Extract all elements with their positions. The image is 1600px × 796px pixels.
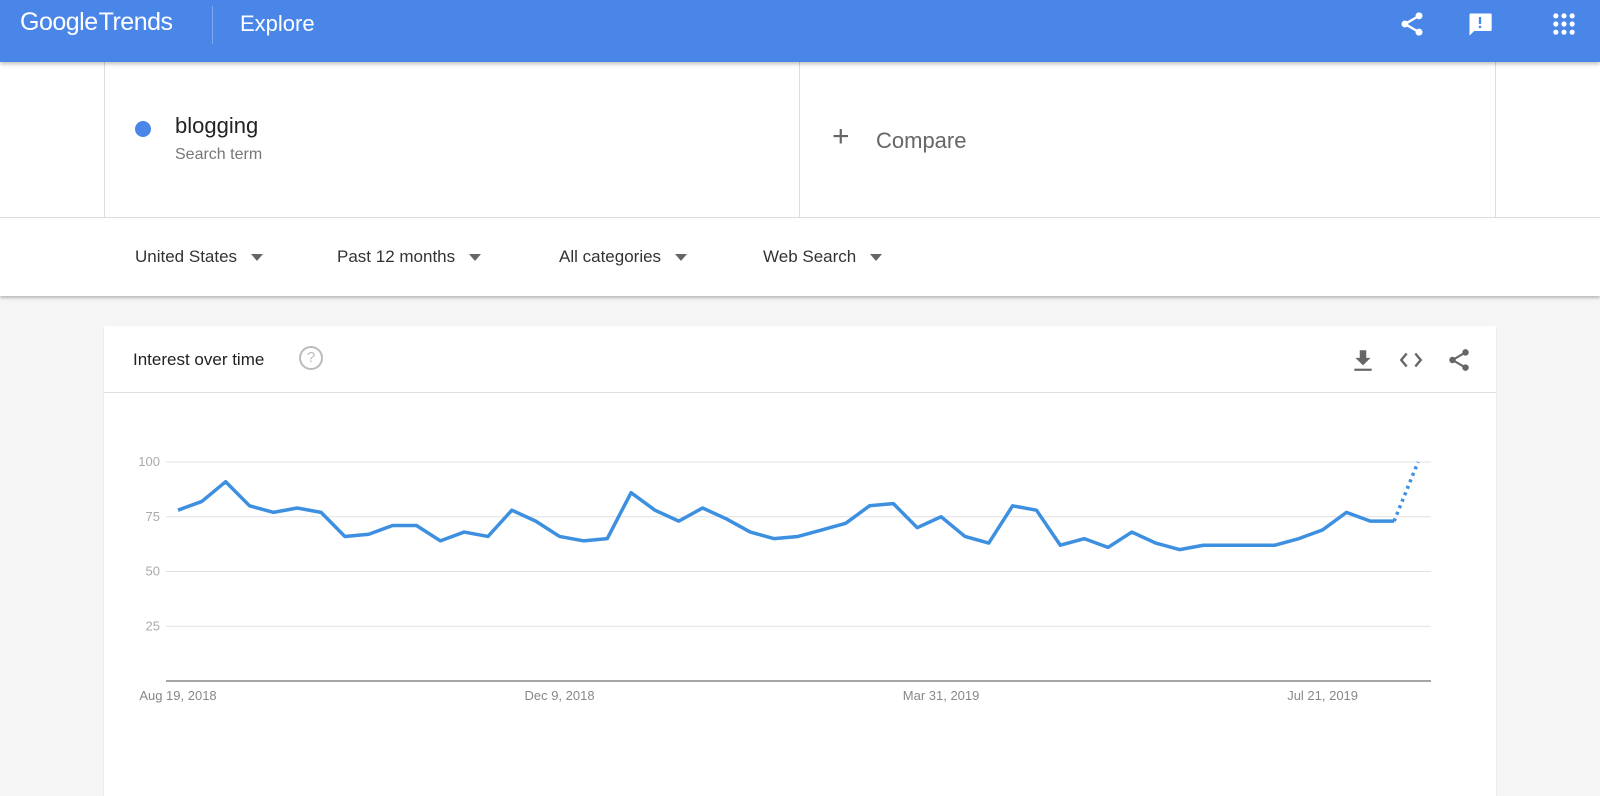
top-app-bar: GoogleTrends Explore [0, 0, 1600, 62]
data-point[interactable] [649, 504, 661, 516]
data-point[interactable] [911, 522, 923, 534]
data-point[interactable] [840, 517, 852, 529]
header-divider [212, 6, 213, 44]
data-point[interactable] [1197, 539, 1209, 551]
category-dropdown[interactable]: All categories [559, 247, 688, 267]
data-point[interactable] [1007, 500, 1019, 512]
caret-down-icon [675, 253, 688, 261]
caret-down-icon [469, 253, 482, 261]
interest-line-chart: 25 50 75 100 Aug 19, 2018 Dec 9, 2018 Mar 31,… [138, 454, 1431, 703]
data-point[interactable] [410, 520, 422, 532]
data-point[interactable] [720, 513, 732, 525]
y-tick-label: 75 [146, 509, 160, 524]
term-color-dot [135, 121, 151, 137]
data-point[interactable] [315, 506, 327, 518]
data-point[interactable] [1412, 456, 1424, 468]
data-point[interactable] [959, 530, 971, 542]
y-tick-label: 100 [138, 454, 160, 469]
data-point[interactable] [887, 498, 899, 510]
data-point[interactable] [434, 535, 446, 547]
x-tick-label: Dec 9, 2018 [524, 688, 594, 703]
data-point[interactable] [697, 502, 709, 514]
data-point[interactable] [1245, 539, 1257, 551]
compare-label: Compare [876, 128, 967, 153]
data-point[interactable] [172, 504, 184, 516]
search-term-card[interactable]: blogging Search term [104, 62, 800, 218]
data-point[interactable] [387, 520, 399, 532]
compare-button[interactable]: + Compare [800, 62, 1496, 218]
filter-bar: United States Past 12 months All categor… [0, 218, 1600, 296]
data-point[interactable] [1102, 541, 1114, 553]
data-point[interactable] [506, 504, 518, 516]
data-point[interactable] [1221, 539, 1233, 551]
data-point[interactable] [816, 524, 828, 536]
y-tick-label: 25 [146, 618, 160, 633]
data-point[interactable] [935, 511, 947, 523]
data-point[interactable] [554, 530, 566, 542]
logo-trends-text: Trends [98, 8, 173, 36]
logo-google-text: Google [20, 8, 98, 36]
data-point[interactable] [363, 528, 375, 540]
category-dropdown-label: All categories [559, 247, 662, 266]
time-range-dropdown-label: Past 12 months [337, 247, 456, 266]
series-blogging [172, 456, 1424, 556]
region-dropdown-label: United States [135, 247, 238, 266]
apps-grid-icon[interactable] [1550, 10, 1578, 38]
data-point[interactable] [244, 500, 256, 512]
search-term[interactable]: blogging [175, 113, 258, 139]
plus-icon: + [832, 120, 850, 153]
y-tick-labels: 25 50 75 100 [138, 454, 160, 633]
data-point[interactable] [1317, 524, 1329, 536]
series-line-solid [177, 479, 1395, 552]
x-tick-labels: Aug 19, 2018 Dec 9, 2018 Mar 31, 2019 Jul 2… [139, 688, 1358, 703]
data-point[interactable] [458, 526, 470, 538]
search-type-dropdown[interactable]: Web Search [763, 247, 883, 267]
data-point[interactable] [1269, 539, 1281, 551]
series-line-partial [1392, 461, 1420, 522]
x-tick-label: Mar 31, 2019 [903, 688, 980, 703]
data-point[interactable] [1174, 544, 1186, 556]
data-point[interactable] [530, 515, 542, 527]
search-term-type: Search term [175, 146, 263, 163]
data-point[interactable] [625, 487, 637, 499]
data-point[interactable] [864, 500, 876, 512]
data-point[interactable] [983, 537, 995, 549]
data-point[interactable] [1078, 533, 1090, 545]
data-point[interactable] [601, 533, 613, 545]
caret-down-icon [870, 253, 883, 261]
data-point[interactable] [339, 530, 351, 542]
data-point[interactable] [1126, 526, 1138, 538]
x-tick-label: Aug 19, 2018 [139, 688, 216, 703]
data-point[interactable] [482, 530, 494, 542]
data-point[interactable] [792, 530, 804, 542]
search-terms-row: blogging Search term + Compare [0, 62, 1600, 218]
data-point[interactable] [1340, 506, 1352, 518]
data-point[interactable] [768, 533, 780, 545]
data-point[interactable] [220, 476, 232, 488]
data-point[interactable] [673, 515, 685, 527]
data-point[interactable] [1388, 515, 1400, 527]
data-point[interactable] [577, 535, 589, 547]
data-point[interactable] [1150, 537, 1162, 549]
data-point[interactable] [1293, 533, 1305, 545]
caret-down-icon [251, 253, 264, 261]
share-icon[interactable] [1398, 10, 1426, 38]
interest-over-time-card: Interest over time ? 25 50 75 100 Aug 19, 2… [104, 326, 1496, 796]
data-point[interactable] [1030, 504, 1042, 516]
time-range-dropdown[interactable]: Past 12 months [337, 247, 482, 267]
feedback-icon[interactable] [1466, 10, 1494, 38]
data-point[interactable] [267, 506, 279, 518]
google-trends-logo[interactable]: GoogleTrends [20, 8, 173, 37]
data-point[interactable] [1364, 515, 1376, 527]
y-tick-label: 50 [146, 564, 160, 579]
data-point[interactable] [1054, 539, 1066, 551]
data-point[interactable] [744, 526, 756, 538]
page-title: Explore [240, 11, 315, 36]
region-dropdown[interactable]: United States [135, 247, 264, 267]
data-point[interactable] [291, 502, 303, 514]
x-tick-label: Jul 21, 2019 [1287, 688, 1358, 703]
search-type-dropdown-label: Web Search [763, 247, 857, 266]
data-point[interactable] [196, 495, 208, 507]
